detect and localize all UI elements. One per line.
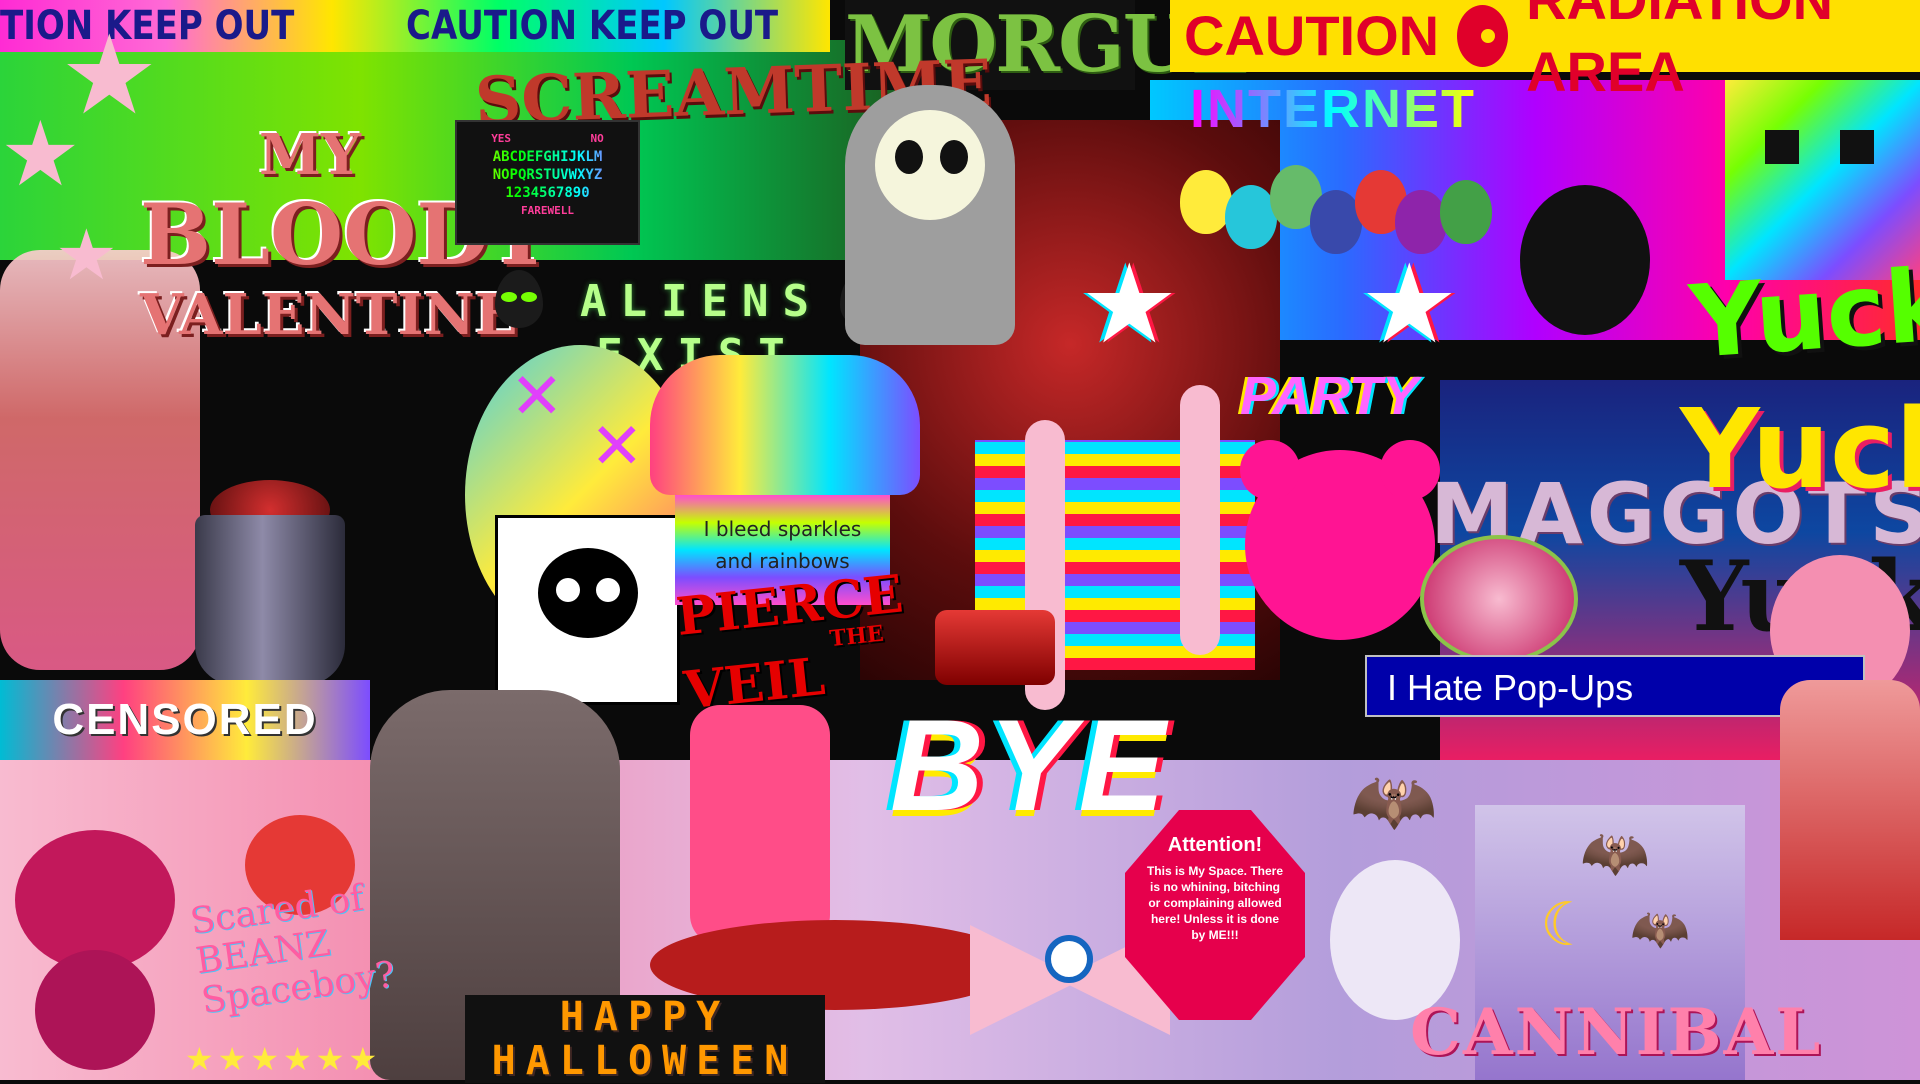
yuck-text: Yuck [1686, 246, 1920, 381]
sparkles-line-1: I bleed sparkles [703, 517, 862, 541]
pierce-the-veil-logo: PIERCE THE VEIL [674, 563, 913, 721]
bye-text: BYE [890, 692, 1170, 838]
ouija-letters-row-1: ABCDEFGHIJKLM [457, 148, 638, 166]
red-can [935, 610, 1055, 685]
caution-tape-text: CAUTION KEEP OUT [406, 3, 779, 49]
aliens-line-1: ALIENS [580, 276, 823, 327]
monster-mouth [1420, 535, 1578, 663]
plush-head [15, 830, 175, 970]
skeleton-cat [495, 515, 680, 705]
yuck-text: Yuck [1680, 385, 1920, 513]
bat-icon: 🦇 [1580, 821, 1650, 886]
halloween-line-2: HALLOWEEN [491, 1038, 799, 1084]
ouija-top-row: YES NO [457, 130, 638, 148]
bat-icon: 🦇 [1350, 760, 1438, 842]
gloomy-bear-ear [1240, 440, 1300, 500]
eyeball-icon [1045, 935, 1093, 983]
gold-stars-row: ★★★★★★ [185, 1040, 382, 1078]
radiation-sign-left: CAUTION [1184, 4, 1440, 67]
balloon-icon [1180, 170, 1232, 234]
censored-banner: CENSORED [0, 680, 370, 760]
rainbow-soap [650, 355, 920, 495]
moon-icon: ☾ [1540, 890, 1594, 960]
pink-star-icon: ★ [55, 214, 118, 296]
attention-title: Attention! [1167, 834, 1263, 856]
smiley-eye-icon [1765, 130, 1799, 164]
black-bear [1520, 185, 1650, 335]
ouija-numbers-row: 1234567890 [457, 184, 638, 202]
cat-face [538, 548, 638, 638]
ouija-letters-row-2: NOPQRSTUVWXYZ [457, 166, 638, 184]
skeleton-figure [1180, 385, 1220, 655]
cat-eye-icon [556, 578, 580, 602]
attention-sign: Attention! This is My Space. There is no… [1125, 810, 1305, 1020]
ouija-no: NO [590, 132, 604, 145]
cola-bottle [1780, 680, 1920, 940]
halloween-line-1: HAPPY [559, 994, 731, 1040]
glitch-star-icon: ★ [1360, 240, 1459, 368]
my-bloody-valentine-logo: MY BLOODY VALENTINE [140, 115, 549, 365]
ouija-board: YES NO ABCDEFGHIJKLM NOPQRSTUVWXYZ 12345… [455, 120, 640, 245]
happy-halloween-sign: HAPPY HALLOWEEN [465, 995, 825, 1083]
internet-text: INTERNET [1190, 79, 1476, 139]
pixel-pink-bear [690, 705, 830, 945]
gloomy-bear-plush [0, 830, 190, 1070]
reaper-eye-icon [895, 140, 923, 174]
reaper-face [875, 110, 985, 220]
attention-body: This is My Space. There is no whining, b… [1146, 864, 1284, 942]
bat-icon: 🦇 [1630, 901, 1690, 957]
radiation-sign: CAUTION RADIATION AREA [1170, 0, 1920, 103]
cooking-pot [195, 515, 345, 685]
ouija-farewell: FAREWELL [521, 204, 574, 217]
smiley-eye-icon [1840, 130, 1874, 164]
valentine-line-3: VALENTINE [140, 282, 518, 348]
x-mark-icon: ✕ [510, 360, 564, 434]
party-text: PARTY [1240, 366, 1419, 426]
balloon-icon [1440, 180, 1492, 244]
x-mark-icon: ✕ [590, 410, 644, 484]
reaper-eye-icon [940, 140, 968, 174]
glitch-star-icon: ★ [1080, 240, 1179, 368]
cat-eye-icon [596, 578, 620, 602]
ouija-yes: YES [491, 132, 512, 145]
radiation-icon [1457, 5, 1509, 67]
plush-body [35, 950, 155, 1070]
cannibal-text: CANNIBAL [1410, 995, 1823, 1070]
pink-star-icon: ★ [0, 102, 81, 207]
valentine-line-1: MY [259, 122, 361, 188]
